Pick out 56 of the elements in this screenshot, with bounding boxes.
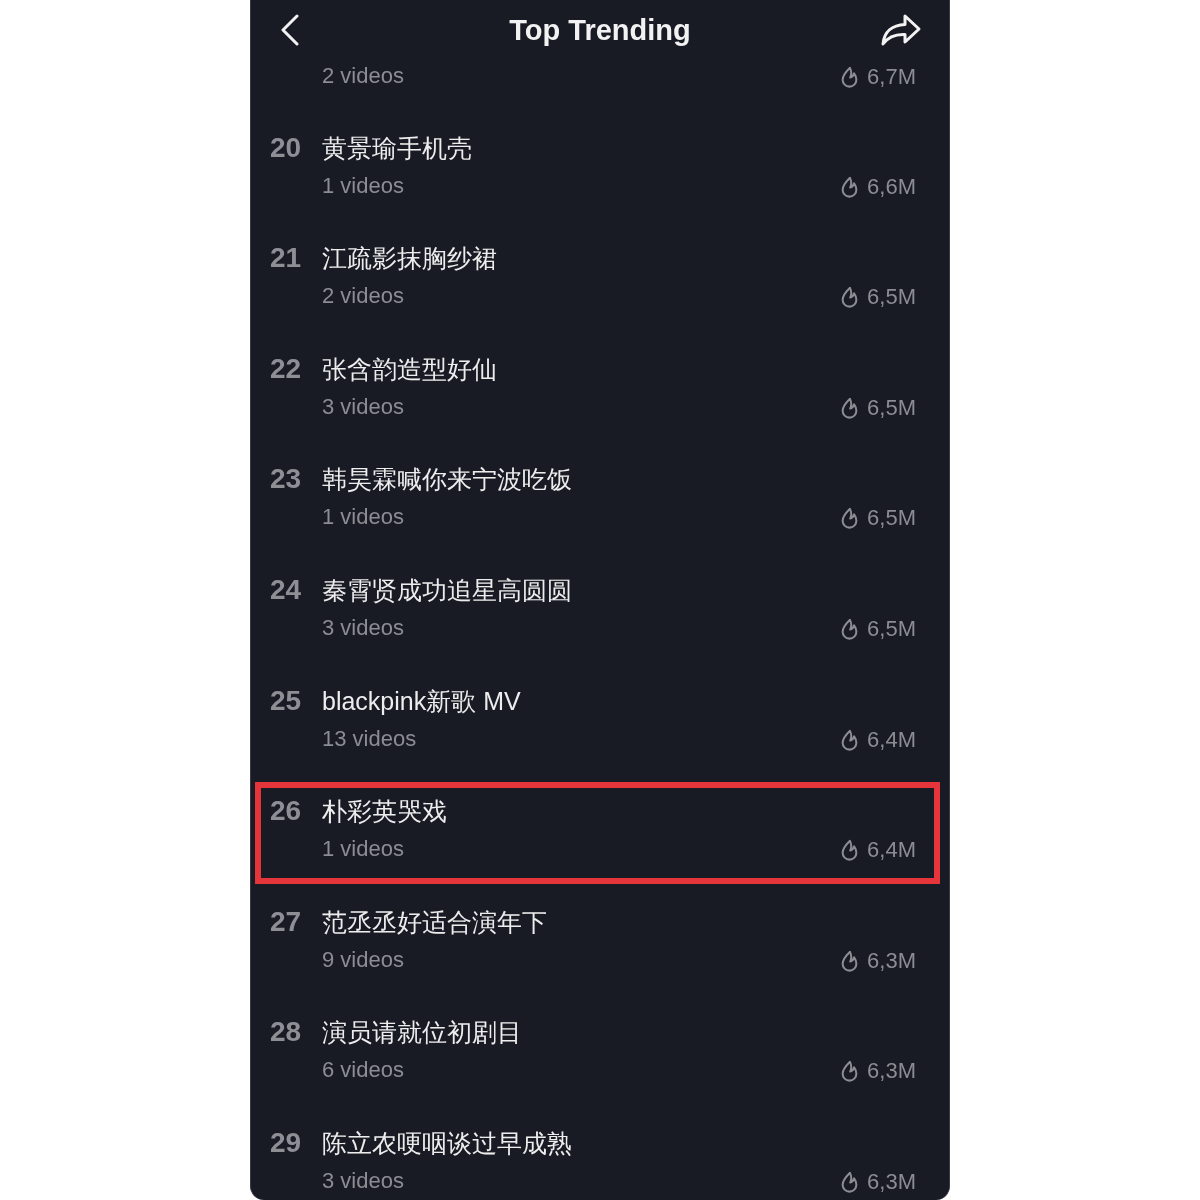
video-count: 13 videos (322, 727, 417, 750)
video-count: 1 videos (322, 506, 404, 529)
views-count: 6,5M (867, 507, 916, 530)
video-count: 3 videos (322, 1169, 404, 1192)
topic-title[interactable]: 江疏影抹胸纱裙 (322, 243, 497, 274)
views-count: 6,4M (867, 728, 916, 751)
rank-number: 20 (270, 132, 303, 163)
topic-title[interactable]: blackpink新歌 MV (322, 685, 521, 716)
flame-icon (840, 175, 860, 198)
flame-icon (840, 1170, 860, 1193)
rank-number: 21 (270, 243, 303, 274)
topic-title[interactable]: 韩昊霖喊你来宁波吃饭 (322, 464, 572, 495)
views-count: 6,3M (867, 1170, 916, 1193)
video-count: 1 videos (322, 838, 404, 861)
flame-icon (840, 286, 860, 309)
topic-title[interactable]: 朴彩英哭戏 (322, 796, 447, 827)
video-count: 1 videos (322, 174, 404, 197)
views-count: 6,5M (867, 286, 916, 309)
video-count: 3 videos (322, 395, 404, 418)
flame-icon (840, 1060, 860, 1083)
rank-number: 28 (270, 1017, 303, 1048)
video-count: 3 videos (322, 616, 404, 639)
topic-title[interactable]: 秦霄贤成功追星高圆圆 (322, 574, 572, 605)
views-count: 6,4M (867, 839, 916, 862)
topic-title[interactable]: 陈立农哽咽谈过早成熟 (322, 1127, 572, 1158)
views-count: 6,5M (867, 396, 916, 419)
topic-title[interactable]: 张含韵造型好仙 (322, 353, 497, 384)
video-count: 6 videos (322, 1059, 404, 1082)
views-count: 6,6M (867, 175, 916, 198)
video-count: 2 videos (322, 285, 404, 308)
views-count: 6,3M (867, 949, 916, 972)
video-count: 9 videos (322, 948, 404, 971)
flame-icon (840, 949, 860, 972)
topic-title[interactable]: 演员请就位初剧目 (322, 1017, 522, 1048)
back-icon[interactable] (280, 14, 300, 46)
flame-icon (840, 396, 860, 419)
screen-title: Top Trending (509, 13, 691, 48)
flame-icon (840, 66, 860, 88)
views-count: 6,3M (867, 1060, 916, 1083)
rank-number: 29 (270, 1127, 303, 1158)
rank-number: 26 (270, 796, 303, 827)
rank-number: 22 (270, 353, 303, 384)
rank-number: 25 (270, 685, 303, 716)
flame-icon (840, 507, 860, 530)
views-count: 6,5M (867, 617, 916, 640)
rank-number: 27 (270, 906, 303, 937)
share-icon[interactable] (880, 13, 922, 47)
rank-number: 23 (270, 464, 303, 495)
flame-icon (840, 839, 860, 862)
rank-number: 24 (270, 574, 303, 605)
flame-icon (840, 728, 860, 751)
topic-title[interactable]: 黄景瑜手机壳 (322, 132, 472, 163)
views-count: 6,7M (867, 66, 916, 88)
flame-icon (840, 617, 860, 640)
topic-title[interactable]: 范丞丞好适合演年下 (322, 906, 547, 937)
video-count: 2 videos (322, 65, 404, 87)
